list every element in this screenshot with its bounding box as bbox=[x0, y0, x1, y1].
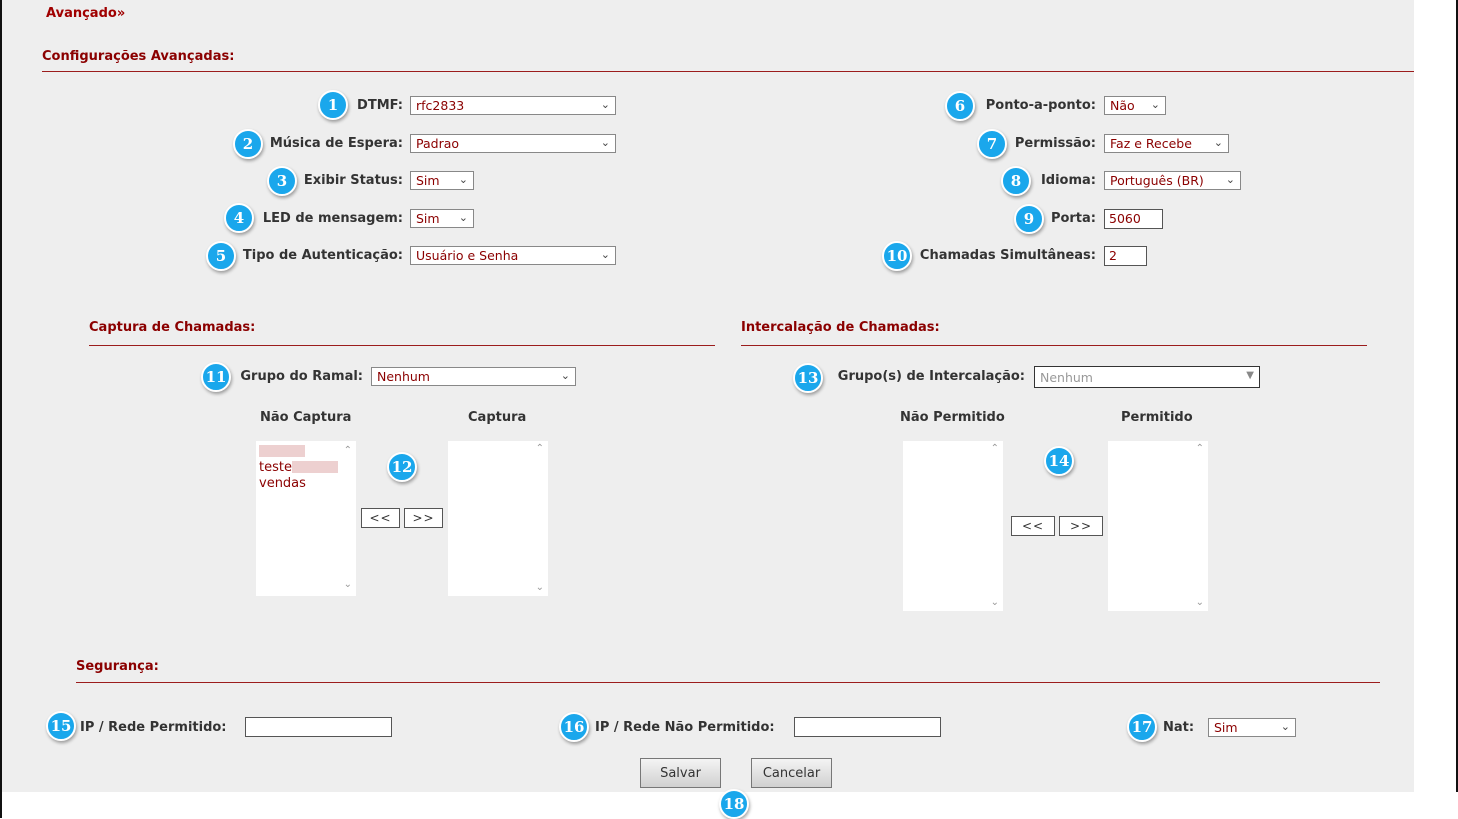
ip-allowed-label: IP / Rede Permitido: bbox=[80, 720, 227, 735]
scroll-up-icon[interactable]: ⌃ bbox=[344, 443, 352, 460]
permission-label: Permissão: bbox=[1014, 136, 1096, 151]
intercalation-group-select[interactable]: Nenhum ▼ bbox=[1034, 366, 1260, 388]
badge-6: 6 bbox=[945, 91, 975, 121]
section-divider bbox=[42, 71, 1414, 72]
chevron-down-icon: ⌄ bbox=[1213, 136, 1223, 149]
badge-17: 17 bbox=[1127, 712, 1157, 742]
no-capture-header: Não Captura bbox=[260, 410, 352, 425]
chevron-down-icon: ⌄ bbox=[600, 136, 610, 149]
peer-to-peer-select[interactable]: Não ⌄ bbox=[1104, 96, 1166, 115]
scroll-down-icon[interactable]: ⌄ bbox=[536, 582, 544, 593]
chevron-down-icon: ⌄ bbox=[458, 173, 468, 186]
scroll-down-icon[interactable]: ⌄ bbox=[344, 577, 352, 594]
badge-9: 9 bbox=[1014, 204, 1044, 234]
badge-18: 18 bbox=[719, 789, 749, 819]
chevron-down-icon: ⌄ bbox=[600, 248, 610, 261]
simultaneous-calls-input[interactable]: 2 bbox=[1104, 246, 1147, 266]
badge-11: 11 bbox=[201, 362, 231, 392]
chevron-down-icon: ▼ bbox=[1246, 370, 1254, 381]
badge-10: 10 bbox=[882, 241, 912, 271]
auth-type-label: Tipo de Autenticação: bbox=[242, 248, 403, 263]
scroll-down-icon[interactable]: ⌄ bbox=[1196, 597, 1204, 608]
badge-7: 7 bbox=[977, 129, 1007, 159]
badge-15: 15 bbox=[46, 711, 76, 741]
security-section-title: Segurança: bbox=[76, 659, 159, 674]
chevron-down-icon: ⌄ bbox=[560, 369, 570, 382]
nat-select[interactable]: Sim ⌄ bbox=[1208, 718, 1296, 737]
move-left-button[interactable]: << bbox=[361, 508, 400, 528]
led-message-select[interactable]: Sim ⌄ bbox=[410, 209, 474, 228]
scroll-up-icon[interactable]: ⌃ bbox=[991, 443, 999, 454]
auth-type-select[interactable]: Usuário e Senha ⌄ bbox=[410, 246, 616, 265]
extension-group-select[interactable]: Nenhum ⌄ bbox=[371, 367, 576, 386]
simultaneous-calls-label: Chamadas Simultâneas: bbox=[919, 248, 1096, 263]
music-hold-select[interactable]: Padrao ⌄ bbox=[410, 134, 616, 153]
section-title-advanced: Configurações Avançadas: bbox=[42, 49, 235, 64]
badge-8: 8 bbox=[1001, 166, 1031, 196]
chevron-down-icon: ⌄ bbox=[1150, 98, 1160, 111]
no-capture-list[interactable]: teste vendas ⌃ ⌄ bbox=[256, 441, 356, 596]
port-input[interactable]: 5060 bbox=[1104, 209, 1163, 229]
security-divider bbox=[76, 682, 1380, 683]
chevron-down-icon: ⌄ bbox=[1225, 173, 1235, 186]
extension-group-label: Grupo do Ramal: bbox=[240, 369, 363, 384]
capture-section-title: Captura de Chamadas: bbox=[89, 320, 256, 335]
badge-5: 5 bbox=[206, 241, 236, 271]
show-status-label: Exibir Status: bbox=[303, 173, 403, 188]
dtmf-select[interactable]: rfc2833 ⌄ bbox=[410, 96, 616, 115]
badge-14: 14 bbox=[1044, 446, 1074, 476]
port-label: Porta: bbox=[1050, 211, 1096, 226]
intercalation-group-label: Grupo(s) de Intercalação: bbox=[837, 369, 1025, 384]
capture-header: Captura bbox=[468, 410, 527, 425]
chevron-down-icon: ⌄ bbox=[600, 98, 610, 111]
move-left-button[interactable]: << bbox=[1011, 516, 1055, 536]
capture-list[interactable]: ⌃ ⌄ bbox=[448, 441, 548, 596]
permission-select[interactable]: Faz e Recebe ⌄ bbox=[1104, 134, 1229, 153]
chevron-down-icon: ⌄ bbox=[1280, 720, 1290, 733]
language-label: Idioma: bbox=[1040, 173, 1096, 188]
list-item[interactable]: vendas bbox=[259, 476, 353, 493]
chevron-down-icon: ⌄ bbox=[458, 211, 468, 224]
not-permitted-list[interactable]: ⌃ ⌄ bbox=[903, 441, 1003, 611]
scroll-down-icon[interactable]: ⌄ bbox=[991, 597, 999, 608]
scroll-up-icon[interactable]: ⌃ bbox=[1196, 443, 1204, 454]
badge-12: 12 bbox=[387, 452, 417, 482]
show-status-select[interactable]: Sim ⌄ bbox=[410, 171, 474, 190]
move-right-button[interactable]: >> bbox=[1059, 516, 1103, 536]
permitted-header: Permitido bbox=[1121, 410, 1193, 425]
intercalation-divider bbox=[741, 345, 1367, 346]
music-hold-label: Música de Espera: bbox=[269, 136, 403, 151]
scroll-up-icon[interactable]: ⌃ bbox=[536, 443, 544, 454]
list-item[interactable] bbox=[259, 443, 353, 460]
list-item[interactable]: teste bbox=[259, 460, 353, 477]
peer-to-peer-label: Ponto-a-ponto: bbox=[985, 98, 1096, 113]
nat-label: Nat: bbox=[1163, 720, 1195, 735]
badge-13: 13 bbox=[793, 363, 823, 393]
badge-16: 16 bbox=[559, 712, 589, 742]
save-button[interactable]: Salvar bbox=[640, 758, 721, 788]
intercalation-section-title: Intercalação de Chamadas: bbox=[741, 320, 940, 335]
led-message-label: LED de mensagem: bbox=[262, 211, 403, 226]
language-select[interactable]: Português (BR) ⌄ bbox=[1104, 171, 1241, 190]
move-right-button[interactable]: >> bbox=[404, 508, 443, 528]
ip-allowed-input[interactable] bbox=[245, 717, 392, 737]
cancel-button[interactable]: Cancelar bbox=[751, 758, 832, 788]
ip-denied-label: IP / Rede Não Permitido: bbox=[595, 720, 775, 735]
page-title: Avançado» bbox=[46, 6, 126, 21]
capture-divider bbox=[89, 345, 715, 346]
permitted-list[interactable]: ⌃ ⌄ bbox=[1108, 441, 1208, 611]
ip-denied-input[interactable] bbox=[794, 717, 941, 737]
dtmf-label: DTMF: bbox=[357, 98, 403, 113]
not-permitted-header: Não Permitido bbox=[900, 410, 1005, 425]
